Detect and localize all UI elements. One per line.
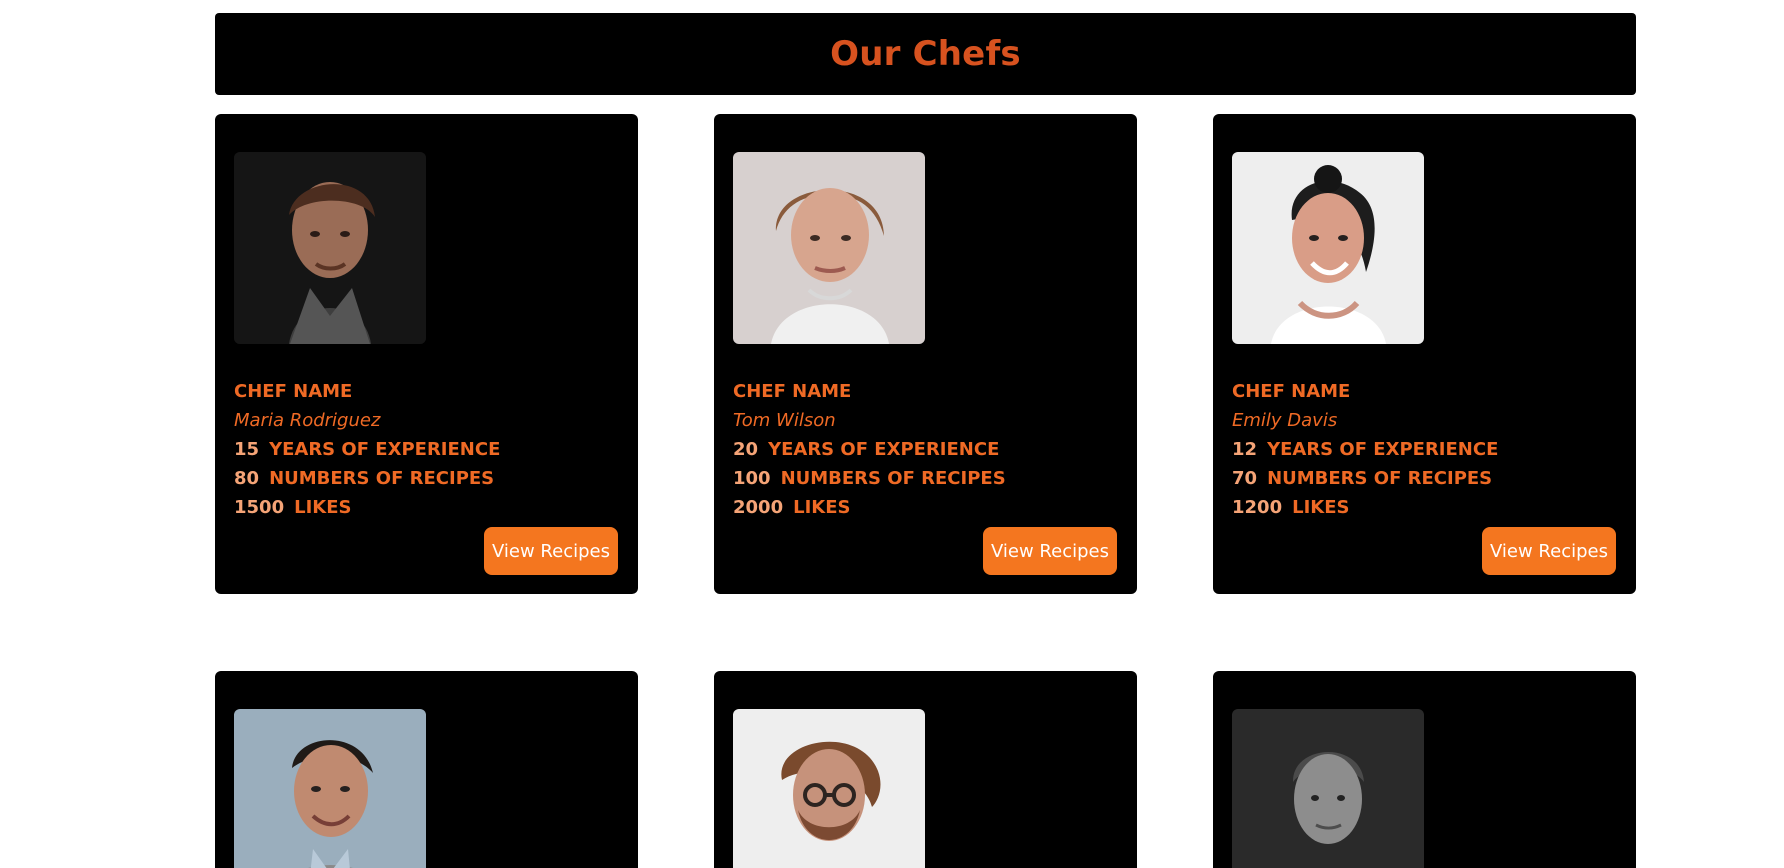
chef-card: CHEF NAME Emily Davis 12 YEARS OF EXPERIE… [1213,114,1636,594]
chef-card [215,671,638,868]
likes-value: 1200 [1232,497,1283,518]
likes-value: 1500 [234,497,285,518]
likes-value: 2000 [733,497,784,518]
chef-name: Tom Wilson [733,410,836,431]
view-recipes-button[interactable]: View Recipes [1482,527,1616,575]
recipes-stat: 100 NUMBERS OF RECIPES [733,464,1123,493]
chef-name: Maria Rodriguez [234,410,381,431]
likes-label: LIKES [294,497,352,518]
page-title: Our Chefs [830,34,1021,74]
experience-label: YEARS OF EXPERIENCE [269,439,501,460]
chef-avatar [1232,152,1424,344]
recipes-value: 100 [733,468,771,489]
view-recipes-button[interactable]: View Recipes [484,527,618,575]
likes-label: LIKES [793,497,851,518]
likes-stat: 1200 LIKES [1232,493,1622,522]
recipes-label: NUMBERS OF RECIPES [269,468,495,489]
chef-avatar [733,152,925,344]
chef-name-label: CHEF NAME [1232,381,1351,402]
likes-label: LIKES [1292,497,1350,518]
recipes-label: NUMBERS OF RECIPES [780,468,1006,489]
experience-label: YEARS OF EXPERIENCE [768,439,1000,460]
chef-avatar [234,152,426,344]
experience-value: 20 [733,439,759,460]
experience-stat: 20 YEARS OF EXPERIENCE [733,435,1123,464]
experience-stat: 15 YEARS OF EXPERIENCE [234,435,624,464]
experience-value: 12 [1232,439,1258,460]
chef-info: CHEF NAME Maria Rodriguez 15 YEARS OF EXP… [234,377,624,522]
recipes-stat: 80 NUMBERS OF RECIPES [234,464,624,493]
likes-stat: 2000 LIKES [733,493,1123,522]
chef-avatar [1232,709,1424,868]
chef-card: CHEF NAME Maria Rodriguez 15 YEARS OF EXP… [215,114,638,594]
recipes-value: 70 [1232,468,1258,489]
experience-stat: 12 YEARS OF EXPERIENCE [1232,435,1622,464]
chef-name: Emily Davis [1232,410,1338,431]
recipes-label: NUMBERS OF RECIPES [1267,468,1493,489]
recipes-stat: 70 NUMBERS OF RECIPES [1232,464,1622,493]
chef-avatar [733,709,925,868]
chef-card [714,671,1137,868]
chef-name-label: CHEF NAME [234,381,353,402]
chefs-page: Our Chefs CHEF NAME Maria Rodriguez 15 YE… [0,0,1784,868]
chef-info: CHEF NAME Emily Davis 12 YEARS OF EXPERIE… [1232,377,1622,522]
experience-value: 15 [234,439,260,460]
likes-stat: 1500 LIKES [234,493,624,522]
chef-info: CHEF NAME Tom Wilson 20 YEARS OF EXPERIEN… [733,377,1123,522]
experience-label: YEARS OF EXPERIENCE [1267,439,1499,460]
recipes-value: 80 [234,468,260,489]
chef-card: CHEF NAME Tom Wilson 20 YEARS OF EXPERIEN… [714,114,1137,594]
view-recipes-button[interactable]: View Recipes [983,527,1117,575]
chef-name-label: CHEF NAME [733,381,852,402]
chef-card [1213,671,1636,868]
page-header: Our Chefs [215,13,1636,95]
chef-avatar [234,709,426,868]
